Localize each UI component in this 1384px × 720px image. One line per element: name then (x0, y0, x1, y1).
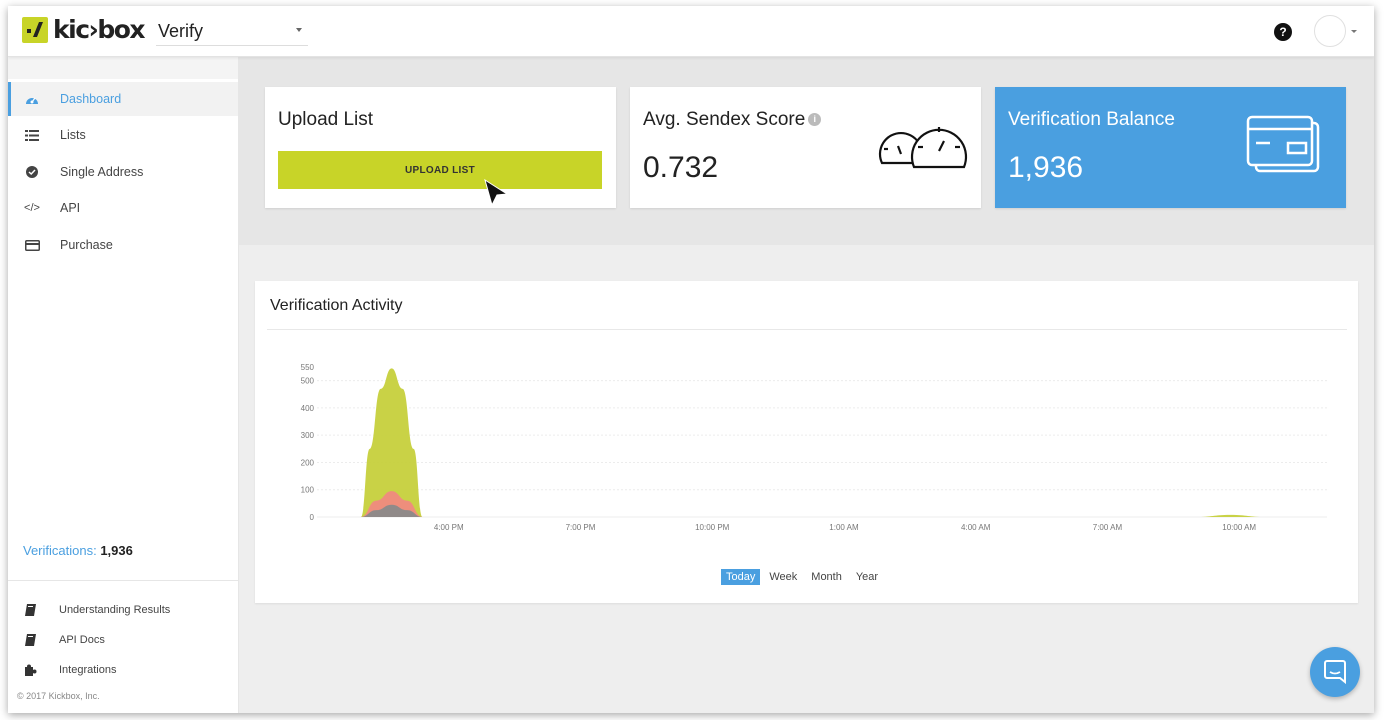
tab-today[interactable]: Today (721, 569, 761, 585)
x-tick-label: 10:00 PM (695, 523, 730, 532)
x-tick-label: 7:00 AM (1093, 523, 1123, 532)
x-tick-label: 10:00 AM (1222, 523, 1256, 532)
tab-year[interactable]: Year (851, 569, 883, 585)
check-circle-icon (24, 164, 40, 180)
credit-card-icon (1246, 115, 1320, 173)
copyright: © 2017 Kickbox, Inc. (17, 691, 100, 701)
verification-balance-card: Verification Balance 1,936 (995, 87, 1346, 208)
sidebar-item-api[interactable]: </> API (8, 191, 238, 225)
book-icon (25, 604, 36, 619)
sidebar-item-dashboard[interactable]: Dashboard (8, 82, 238, 116)
main-content: Upload List UPLOAD LIST Avg. Sendex Scor… (239, 57, 1374, 713)
upload-list-button[interactable]: UPLOAD LIST (278, 151, 602, 189)
sidebar-item-label: Purchase (60, 238, 113, 252)
verifications-label: Verifications: (23, 543, 97, 558)
y-tick-label: 300 (301, 431, 315, 440)
balance-value: 1,936 (1008, 151, 1084, 184)
link-api-docs[interactable]: API Docs (8, 628, 238, 654)
chat-icon (1324, 660, 1346, 684)
x-tick-label: 4:00 AM (961, 523, 991, 532)
tab-month[interactable]: Month (806, 569, 847, 585)
x-tick-label: 7:00 PM (566, 523, 596, 532)
link-integrations[interactable]: Integrations (8, 658, 238, 684)
dashboard-icon (24, 91, 40, 107)
range-tabs: Today Week Month Year (721, 569, 883, 585)
sendex-score-value: 0.732 (643, 151, 719, 184)
logo-check-icon (22, 16, 48, 43)
y-tick-label: 500 (301, 377, 315, 386)
sendex-score-card: Avg. Sendex Score i 0.732 (630, 87, 981, 208)
y-tick-label: 0 (310, 513, 315, 522)
activity-chart: 0 100 200 300 400 500 550 4:00 PM 7:00 PM 10:00 P… (301, 363, 1327, 532)
footer-link-label: Integrations (59, 664, 117, 676)
avatar-chevron-down-icon[interactable] (1351, 30, 1357, 33)
puzzle-icon (25, 664, 37, 679)
x-tick-label: 1:00 AM (829, 523, 859, 532)
top-bar: kic›box Verify ? (8, 6, 1374, 57)
avatar[interactable] (1314, 15, 1346, 47)
mouse-cursor-icon (484, 178, 509, 207)
y-tick-label: 100 (301, 486, 315, 495)
footer-link-label: API Docs (59, 634, 105, 646)
verifications-value: 1,936 (100, 543, 133, 558)
summary-cards: Upload List UPLOAD LIST Avg. Sendex Scor… (239, 57, 1374, 245)
list-icon (24, 127, 40, 143)
book-icon (25, 634, 36, 649)
sidebar-item-single-address[interactable]: Single Address (8, 155, 238, 189)
y-tick-label: 400 (301, 404, 315, 413)
sidebar-item-lists[interactable]: Lists (8, 118, 238, 152)
sidebar-item-label: Single Address (60, 165, 144, 179)
sidebar-item-label: API (60, 201, 81, 215)
card-title: Verification Balance (1008, 109, 1175, 130)
series-area (321, 491, 1240, 517)
sidebar-item-label: Lists (60, 128, 86, 142)
chat-button[interactable] (1310, 647, 1360, 697)
chevron-down-icon (296, 28, 302, 32)
card-title: Upload List (278, 109, 374, 130)
sidebar-divider (8, 580, 238, 581)
credit-card-icon (24, 237, 40, 253)
card-title: Avg. Sendex Score i (643, 109, 822, 131)
code-icon: </> (24, 202, 40, 214)
sidebar-spacer (8, 57, 238, 79)
sendex-title: Avg. Sendex Score (643, 109, 806, 130)
logo-text: kic›box (53, 15, 146, 44)
product-select-value: Verify (158, 21, 204, 41)
kickbox-logo[interactable]: kic›box (22, 15, 146, 44)
sidebar: Dashboard Lists Single Address </> API P… (8, 57, 239, 713)
upload-list-card: Upload List UPLOAD LIST (265, 87, 616, 208)
sidebar-item-label: Dashboard (60, 92, 122, 106)
y-tick-label: 200 (301, 458, 315, 467)
x-tick-label: 4:00 PM (434, 523, 464, 532)
verification-activity-panel: Verification Activity 0 100 200 300 400 500 55… (255, 281, 1358, 603)
series-area (321, 368, 1266, 517)
question-circle-icon[interactable]: ? (1274, 23, 1292, 41)
gauge-icon (878, 127, 968, 169)
product-select[interactable]: Verify (156, 18, 308, 46)
series-area (321, 504, 1240, 517)
info-icon[interactable]: i (808, 113, 822, 127)
tab-week[interactable]: Week (764, 569, 802, 585)
footer-link-label: Understanding Results (59, 604, 171, 616)
app-window: kic›box Verify ? Dashboard Lists Single … (8, 6, 1374, 713)
link-understanding-results[interactable]: Understanding Results (8, 598, 238, 624)
verifications-count: Verifications: 1,936 (23, 543, 133, 558)
sidebar-item-purchase[interactable]: Purchase (8, 228, 238, 262)
y-tick-label: 550 (301, 363, 315, 372)
